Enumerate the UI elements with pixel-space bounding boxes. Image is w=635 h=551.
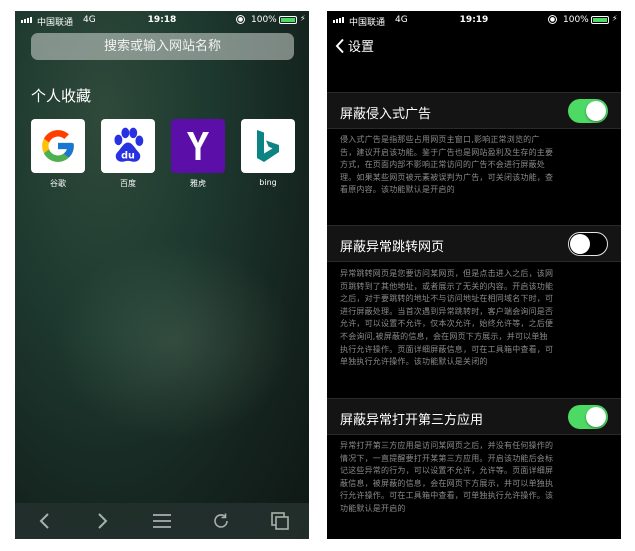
setting-description: 侵入式广告是指那些占用网页主窗口,影响正常浏览的广 告，建议开启该功能。鉴于广告… — [340, 134, 612, 197]
description-line: 不会询问,被屏蔽的信息，会在网页下方展示，并可以单独 — [340, 331, 548, 341]
menu-icon[interactable] — [147, 503, 177, 539]
intrusive-ads-toggle[interactable] — [568, 99, 608, 123]
toggle-knob — [586, 101, 606, 121]
browser-home-screen: 中国联通 4G 19:18 ● 100% ⚡ 搜索或输入网站名称 个人收藏 谷歌 — [15, 11, 309, 539]
battery-percent: 100% — [563, 15, 589, 25]
rotation-lock-icon: ● — [236, 15, 245, 24]
setting-row-third-party-app: 屏蔽异常打开第三方应用 — [327, 398, 621, 435]
tabs-icon[interactable] — [265, 503, 295, 539]
nav-bar: 设置 — [327, 31, 621, 61]
rotation-lock-icon: ● — [548, 15, 557, 24]
back-label: 设置 — [348, 40, 375, 55]
favorite-label: bing — [259, 178, 277, 187]
google-icon — [31, 119, 85, 173]
favorite-label: 百度 — [120, 179, 136, 188]
search-input[interactable]: 搜索或输入网站名称 — [31, 33, 294, 60]
refresh-icon[interactable] — [206, 503, 236, 539]
setting-description: 异常打开第三方应用是访问某网页之后，并没有任何操作的 情况下，一直提醒要打开某第… — [340, 440, 612, 516]
description-line: 蔽信息，被屏蔽的信息，会在网页下方展示，并可以单独执 — [340, 478, 554, 488]
settings-screen: 中国联通 4G 19:19 ● 100% ⚡ 设置 屏蔽侵入式广告 侵入式广告是… — [327, 11, 621, 539]
description-line: 功能默认是开启的 — [340, 503, 406, 513]
forward-icon[interactable] — [88, 503, 118, 539]
description-line: 异常跳转网页是您要访问某网页，但是点击进入之后，该网 — [340, 269, 554, 278]
setting-label: 屏蔽异常打开第三方应用 — [340, 413, 484, 428]
svg-text:du: du — [121, 150, 135, 161]
setting-label: 屏蔽侵入式广告 — [340, 107, 432, 122]
description-line: 理。如果某些网页被元素被误判为广告，可关闭该功能，查 — [340, 172, 554, 182]
chevron-left-icon — [335, 38, 344, 53]
favorites-title: 个人收藏 — [31, 87, 92, 105]
abnormal-redirect-toggle[interactable] — [568, 232, 608, 256]
wallpaper-glow — [55, 241, 295, 441]
toggle-knob — [570, 234, 590, 254]
battery-icon — [591, 16, 609, 24]
back-button[interactable]: 设置 — [335, 36, 374, 55]
charging-icon: ⚡ — [612, 14, 618, 23]
description-line: 记这些异常的行为，可以设置不允许，允许等。页面详细屏 — [340, 466, 554, 476]
description-line: 侵入式广告是指那些占用网页主窗口,影响正常浏览的广 — [340, 135, 540, 144]
favorites-grid: 谷歌 du 百度 雅虎 bing — [31, 119, 295, 199]
favorite-baidu[interactable]: du 百度 — [101, 119, 155, 189]
yahoo-icon — [171, 119, 225, 173]
toggle-knob — [586, 407, 606, 427]
battery-percent: 100% — [251, 15, 277, 25]
description-line: 方式，在页面内部不影响正常访问的广告不会进行屏蔽处 — [340, 160, 545, 170]
battery-icon — [279, 16, 297, 24]
third-party-app-toggle[interactable] — [568, 405, 608, 429]
description-line: 页跳转到了其他地址，或者展示了无关的内容。开启该功能 — [340, 281, 554, 291]
setting-row-abnormal-redirect: 屏蔽异常跳转网页 — [327, 225, 621, 262]
back-icon[interactable] — [29, 503, 59, 539]
favorite-label: 雅虎 — [190, 179, 206, 188]
charging-icon: ⚡ — [300, 14, 306, 23]
description-line: 行允许操作。可在工具箱中查看，可单独执行允许操作。该 — [340, 491, 554, 501]
bing-icon — [241, 119, 295, 173]
description-line: 进行屏蔽处理。当首次遇到异常跳转时，客户端会询问是否 — [340, 306, 554, 316]
setting-label: 屏蔽异常跳转网页 — [340, 240, 445, 255]
baidu-icon: du — [101, 119, 155, 173]
description-line: 允许，可以设置不允许，仅本次允许，始终允许等，之后便 — [340, 319, 554, 329]
bottom-toolbar — [15, 503, 309, 539]
status-bar: 中国联通 4G 19:19 ● 100% ⚡ — [327, 11, 621, 31]
description-line: 之后，对于要跳转的地址不与访问地址在相同域名下时，可 — [340, 294, 554, 304]
setting-description: 异常跳转网页是您要访问某网页，但是点击进入之后，该网 页跳转到了其他地址，或者展… — [340, 268, 612, 369]
setting-row-intrusive-ads: 屏蔽侵入式广告 — [327, 92, 621, 129]
favorite-google[interactable]: 谷歌 — [31, 119, 85, 189]
description-line: 异常打开第三方应用是访问某网页之后，并没有任何操作的 — [340, 441, 554, 450]
description-line: 看原内容。该功能默认是开启的 — [340, 185, 455, 195]
description-line: 情况下，一直提醒要打开某第三方应用。开启该功能后会标 — [340, 453, 554, 463]
status-bar: 中国联通 4G 19:18 ● 100% ⚡ — [15, 11, 309, 31]
description-line: 告，建议开启该功能。鉴于广告也是网站盈利及生存的主要 — [340, 147, 554, 157]
favorite-label: 谷歌 — [50, 179, 66, 188]
favorite-bing[interactable]: bing — [241, 119, 295, 187]
favorite-yahoo[interactable]: 雅虎 — [171, 119, 225, 189]
description-line: 单独执行允许操作。该功能默认是关闭的 — [340, 357, 488, 367]
description-line: 执行允许操作。页面详细屏蔽信息，可在工具箱中查看，可 — [340, 344, 554, 354]
